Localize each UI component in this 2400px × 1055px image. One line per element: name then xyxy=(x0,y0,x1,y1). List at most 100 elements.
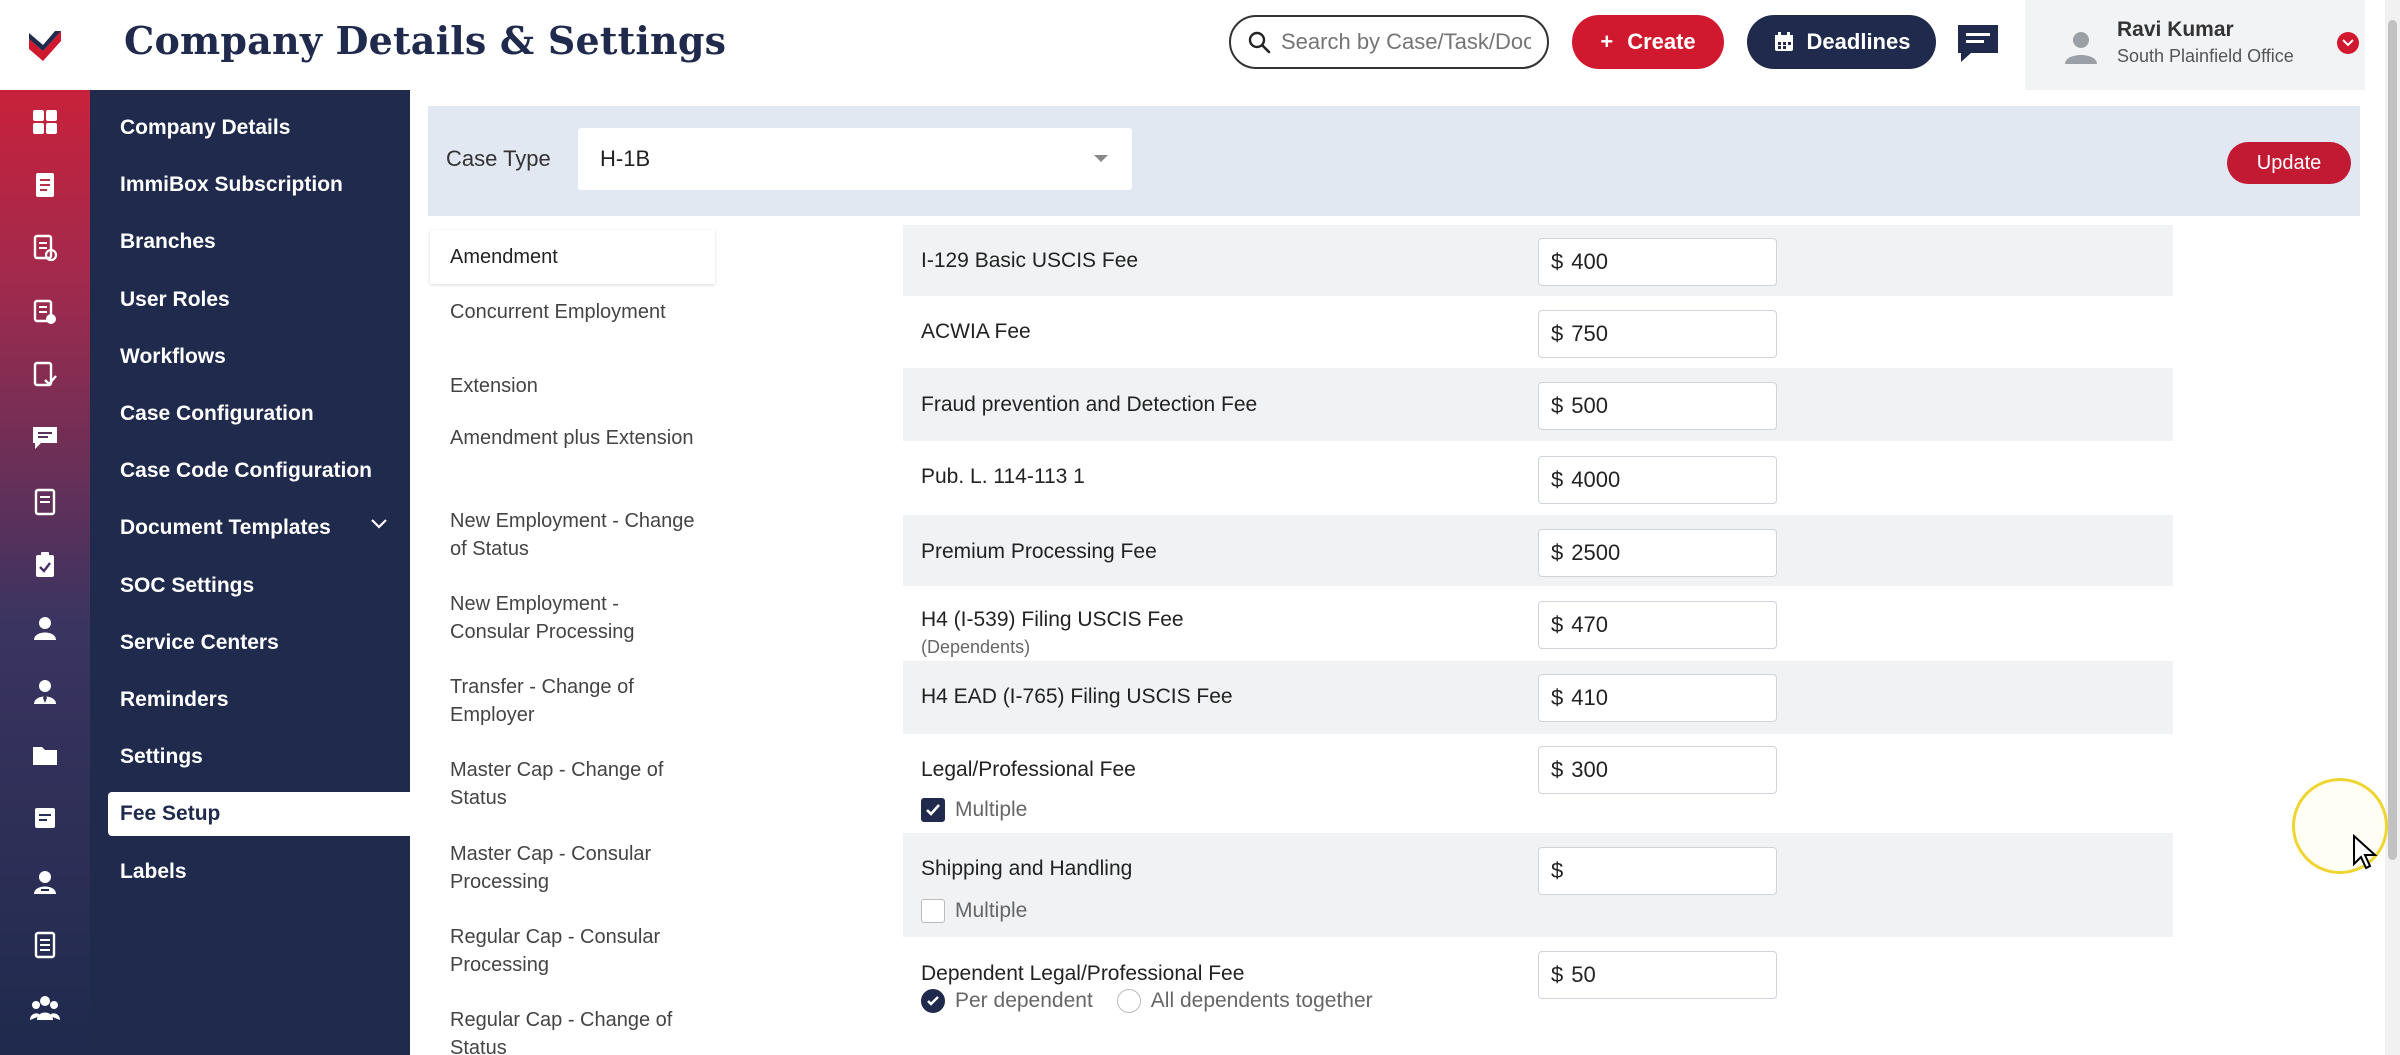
menu-item-user-roles[interactable]: User Roles xyxy=(108,278,410,322)
avatar-icon xyxy=(2065,32,2097,64)
menu-item-reminders[interactable]: Reminders xyxy=(108,678,410,722)
fee-label: Premium Processing Fee xyxy=(921,540,1157,563)
menu-item-document-templates[interactable]: Document Templates xyxy=(108,506,410,550)
logo-icon xyxy=(29,31,61,61)
subtype-transfer-change-of-employer[interactable]: Transfer - Change of Employer xyxy=(430,673,715,729)
update-button[interactable]: Update xyxy=(2227,142,2351,184)
page-scrollbar[interactable] xyxy=(2385,0,2400,1055)
fee-amount-value: 400 xyxy=(1571,249,1608,274)
user-badge-icon[interactable] xyxy=(0,862,90,902)
form-icon[interactable] xyxy=(0,228,90,268)
menu-item-case-code-configuration[interactable]: Case Code Configuration xyxy=(108,449,410,493)
app-logo[interactable] xyxy=(0,0,90,90)
multiple-checkbox-row[interactable]: Multiple xyxy=(921,798,1027,822)
fee-amount-value: 750 xyxy=(1571,321,1608,346)
per-dependent-label: Per dependent xyxy=(955,989,1093,1012)
search-box[interactable] xyxy=(1229,15,1549,69)
fee-amount-input[interactable]: $4000 xyxy=(1538,456,1777,504)
checklist-icon[interactable] xyxy=(0,292,90,332)
subtype-master-cap-consular[interactable]: Master Cap - Consular Processing xyxy=(430,840,715,896)
file-check-icon[interactable] xyxy=(0,355,90,395)
user-menu[interactable]: Ravi Kumar South Plainfield Office xyxy=(2025,0,2365,90)
fee-amount-input[interactable]: $ xyxy=(1538,847,1777,895)
multiple-checkbox-row[interactable]: Multiple xyxy=(921,899,1027,923)
message-icon xyxy=(1958,25,1998,62)
notebook-icon[interactable] xyxy=(0,482,90,522)
menu-item-soc-settings[interactable]: SOC Settings xyxy=(108,564,410,608)
menu-item-workflows[interactable]: Workflows xyxy=(108,335,410,379)
chevron-down-icon[interactable] xyxy=(370,518,388,530)
multiple-label: Multiple xyxy=(955,798,1028,821)
scrollbar-thumb[interactable] xyxy=(2388,20,2397,860)
create-button[interactable]: + Create xyxy=(1572,15,1724,69)
fee-amount-input[interactable]: $410 xyxy=(1538,674,1777,722)
menu-item-settings[interactable]: Settings xyxy=(108,735,410,779)
all-dependents-radio[interactable] xyxy=(1116,989,1141,1013)
book-icon[interactable] xyxy=(0,925,90,965)
currency-symbol: $ xyxy=(1551,467,1564,492)
chat-icon[interactable] xyxy=(0,418,90,458)
fee-amount-value: 2500 xyxy=(1571,540,1621,565)
caret-down-icon xyxy=(1094,155,1108,162)
folder-icon[interactable] xyxy=(0,735,90,775)
subtype-amendment-plus-extension[interactable]: Amendment plus Extension xyxy=(430,424,715,452)
multiple-checkbox[interactable] xyxy=(921,798,945,822)
fee-amount-input[interactable]: $50 xyxy=(1538,951,1777,999)
fee-label: Pub. L. 114-113 1 xyxy=(921,465,1085,488)
fee-row: Pub. L. 114-113 1 $4000 xyxy=(903,441,2173,515)
menu-item-label: Workflows xyxy=(120,345,226,368)
case-type-select[interactable]: H-1B xyxy=(578,128,1132,190)
chevron-down-icon[interactable] xyxy=(2337,32,2359,54)
subtype-regular-cap-cos[interactable]: Regular Cap - Change of Status xyxy=(430,1006,715,1055)
menu-item-case-configuration[interactable]: Case Configuration xyxy=(108,392,410,436)
fee-row: Shipping and Handling $ Multiple xyxy=(903,833,2173,937)
fee-row: Premium Processing Fee $2500 xyxy=(903,515,2173,586)
fee-amount-input[interactable]: $500 xyxy=(1538,382,1777,430)
page-title: Company Details & Settings xyxy=(124,18,727,63)
currency-symbol: $ xyxy=(1551,540,1564,565)
dashboard-icon[interactable] xyxy=(0,102,90,142)
deadlines-button[interactable]: Deadlines xyxy=(1747,15,1936,69)
subtype-regular-cap-consular[interactable]: Regular Cap - Consular Processing xyxy=(430,923,715,979)
menu-item-branches[interactable]: Branches xyxy=(108,220,410,264)
subtype-concurrent-employment[interactable]: Concurrent Employment xyxy=(430,298,715,326)
menu-item-label: Service Centers xyxy=(120,631,279,654)
menu-item-immibox-subscription[interactable]: ImmiBox Subscription xyxy=(108,163,410,207)
menu-item-labels[interactable]: Labels xyxy=(108,850,410,894)
currency-symbol: $ xyxy=(1551,249,1564,274)
search-input[interactable] xyxy=(1281,29,1531,55)
user-tie-icon[interactable] xyxy=(0,672,90,712)
fee-amount-input[interactable]: $400 xyxy=(1538,238,1777,286)
fee-label: H4 (I-539) Filing USCIS Fee xyxy=(921,608,1184,631)
subtype-master-cap-cos[interactable]: Master Cap - Change of Status xyxy=(430,756,715,812)
subtype-new-employment-cos[interactable]: New Employment - Change of Status xyxy=(430,507,715,563)
menu-item-fee-setup[interactable]: Fee Setup xyxy=(108,792,410,836)
team-icon[interactable] xyxy=(0,988,90,1028)
multiple-checkbox[interactable] xyxy=(921,899,945,923)
menu-item-company-details[interactable]: Company Details xyxy=(108,106,410,150)
per-dependent-radio[interactable] xyxy=(921,989,945,1013)
fee-amount-input[interactable]: $300 xyxy=(1538,746,1777,794)
subtype-extension[interactable]: Extension xyxy=(430,372,715,400)
document-icon[interactable] xyxy=(0,165,90,205)
top-header: Company Details & Settings + Create xyxy=(0,0,2400,90)
currency-symbol: $ xyxy=(1551,757,1564,782)
fee-label: H4 EAD (I-765) Filing USCIS Fee xyxy=(921,685,1233,708)
person-icon[interactable] xyxy=(0,608,90,648)
fee-amount-input[interactable]: $2500 xyxy=(1538,529,1777,577)
fee-row: ACWIA Fee $750 xyxy=(903,296,2173,368)
menu-item-service-centers[interactable]: Service Centers xyxy=(108,621,410,665)
currency-symbol: $ xyxy=(1551,393,1564,418)
subtype-amendment[interactable]: Amendment xyxy=(430,230,715,284)
currency-symbol: $ xyxy=(1551,321,1564,346)
subtype-new-employment-consular[interactable]: New Employment - Consular Processing xyxy=(430,590,715,646)
fee-amount-input[interactable]: $750 xyxy=(1538,310,1777,358)
messages-button[interactable] xyxy=(1955,22,2001,64)
icon-rail xyxy=(0,90,90,1055)
currency-symbol: $ xyxy=(1551,858,1564,883)
fee-amount-input[interactable]: $470 xyxy=(1538,601,1777,649)
main-content: Case Type H-1B Update Amendment Concurre… xyxy=(410,90,2385,1055)
note-icon[interactable] xyxy=(0,798,90,838)
fee-sublabel: (Dependents) xyxy=(921,637,1031,657)
clipboard-icon[interactable] xyxy=(0,545,90,585)
